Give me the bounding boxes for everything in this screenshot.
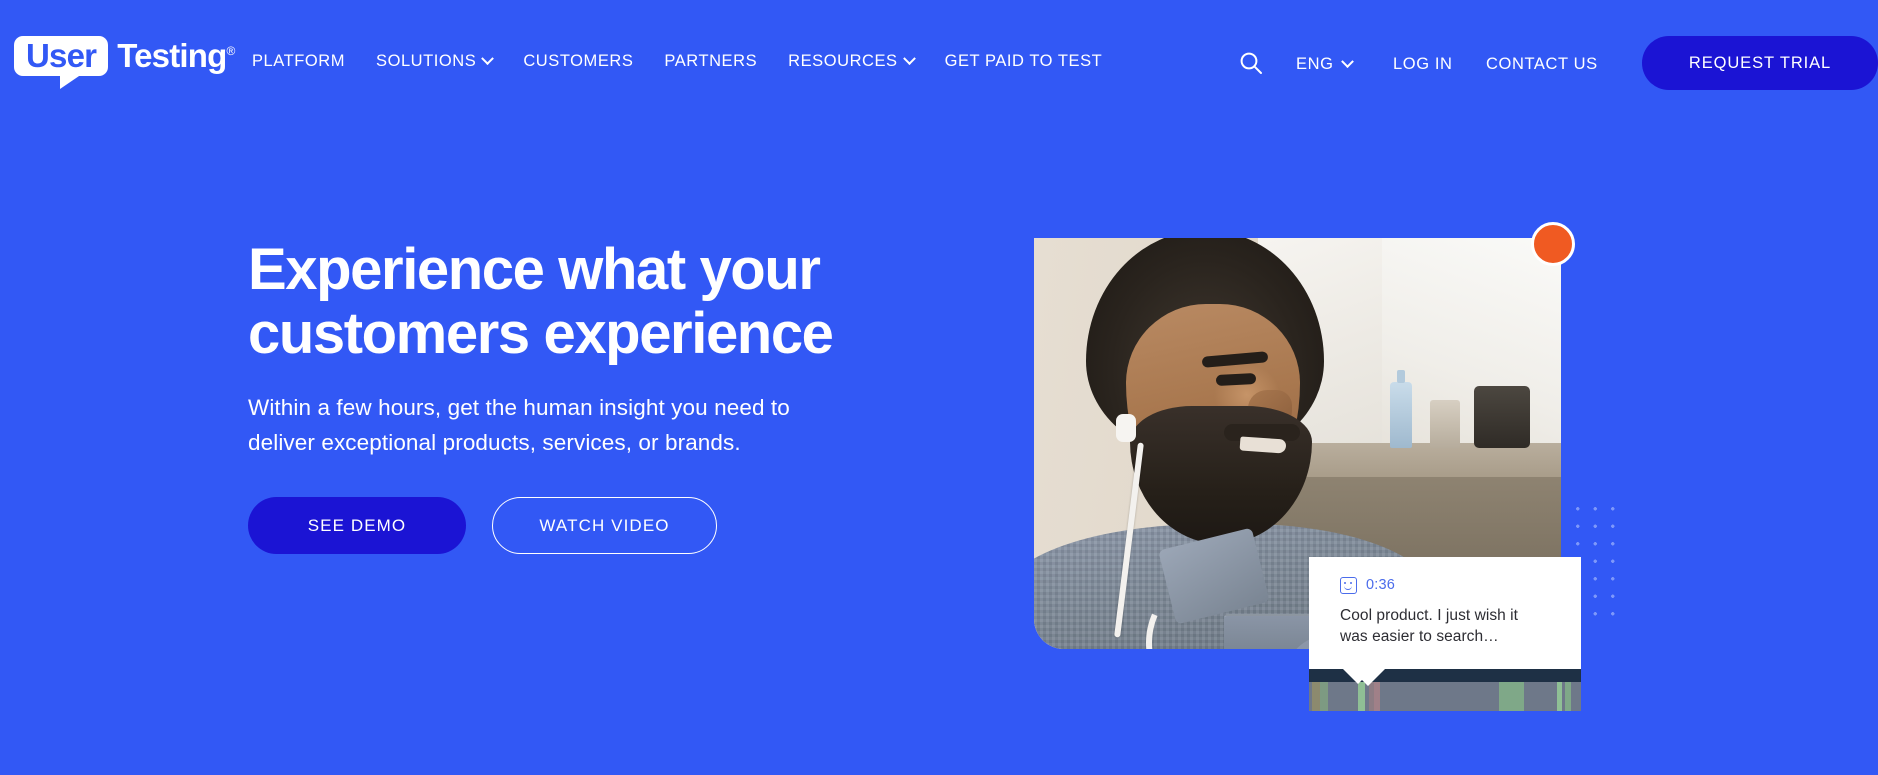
photo-jar (1430, 400, 1460, 448)
nav-item-get-paid-to-test[interactable]: GET PAID TO TEST (945, 52, 1103, 71)
chevron-down-icon (481, 52, 495, 66)
nav-label: GET PAID TO TEST (944, 52, 1103, 70)
logo-user-word: User (26, 37, 97, 74)
see-demo-button[interactable]: SEE DEMO (248, 497, 466, 554)
timeline-segment (1564, 682, 1572, 711)
timeline-track[interactable] (1309, 682, 1581, 711)
timeline-segment (1311, 682, 1320, 711)
logo-trademark: ® (226, 44, 235, 58)
nav-label: CUSTOMERS (523, 52, 634, 70)
logo-testing-word: Testing® (117, 37, 235, 74)
search-icon[interactable] (1238, 50, 1264, 76)
nav-label: RESOURCES (788, 52, 898, 70)
timeline-segment (1319, 682, 1329, 711)
timeline-segment (1374, 682, 1380, 711)
record-dot-icon (1531, 222, 1575, 266)
nav-item-partners[interactable]: PARTNERS (664, 52, 757, 71)
nav-item-platform[interactable]: PLATFORM (252, 52, 345, 71)
page-title: Experience what your customers experienc… (248, 237, 834, 366)
hero-cta-group: SEE DEMO WATCH VIDEO (248, 497, 928, 554)
request-trial-button[interactable]: REQUEST TRIAL (1642, 36, 1878, 90)
timeline-segment (1499, 682, 1524, 711)
photo-eye (1215, 372, 1257, 387)
callout-timestamp: 0:36 (1366, 577, 1396, 594)
page-root: User Testing® PLATFORM SOLUTIONS CUSTOME… (0, 0, 1878, 775)
language-selector[interactable]: ENG (1296, 55, 1354, 74)
nav-label: PLATFORM (252, 52, 346, 70)
nav-label: SOLUTIONS (376, 52, 477, 70)
callout-header: 0:36 (1309, 557, 1581, 594)
video-timeline[interactable] (1309, 668, 1581, 711)
nav-item-resources[interactable]: RESOURCES (788, 52, 916, 71)
primary-nav-links: PLATFORM SOLUTIONS CUSTOMERS PARTNERS RE… (252, 52, 1102, 71)
timeline-segment (1357, 682, 1365, 711)
video-comment-callout[interactable]: 0:36 Cool product. I just wish it was ea… (1309, 557, 1581, 686)
watch-video-button[interactable]: WATCH VIDEO (492, 497, 717, 554)
top-navigation-bar: User Testing® PLATFORM SOLUTIONS CUSTOME… (0, 0, 1878, 116)
photo-appliance (1474, 386, 1530, 448)
nav-item-solutions[interactable]: SOLUTIONS (376, 52, 495, 71)
hero-text-block: Experience what your customers experienc… (248, 238, 928, 554)
contact-us-link[interactable]: CONTACT US (1486, 55, 1598, 74)
timeline-segment (1556, 682, 1562, 711)
language-selected-value: ENG (1296, 55, 1334, 73)
logo-speech-bubble: User (14, 36, 109, 89)
nav-label: PARTNERS (664, 52, 758, 70)
hero-subheadline: Within a few hours, get the human insigh… (248, 395, 790, 455)
callout-quote-text: Cool product. I just wish it was easier … (1340, 607, 1518, 645)
chevron-down-icon (1340, 55, 1354, 69)
photo-bottle (1390, 370, 1412, 448)
usertesting-logo[interactable]: User Testing® (14, 36, 235, 89)
login-link[interactable]: LOG IN (1393, 55, 1453, 74)
nav-item-customers[interactable]: CUSTOMERS (523, 52, 633, 71)
sentiment-face-icon (1340, 577, 1357, 594)
photo-earbud (1116, 414, 1136, 442)
chevron-down-icon (902, 52, 916, 66)
